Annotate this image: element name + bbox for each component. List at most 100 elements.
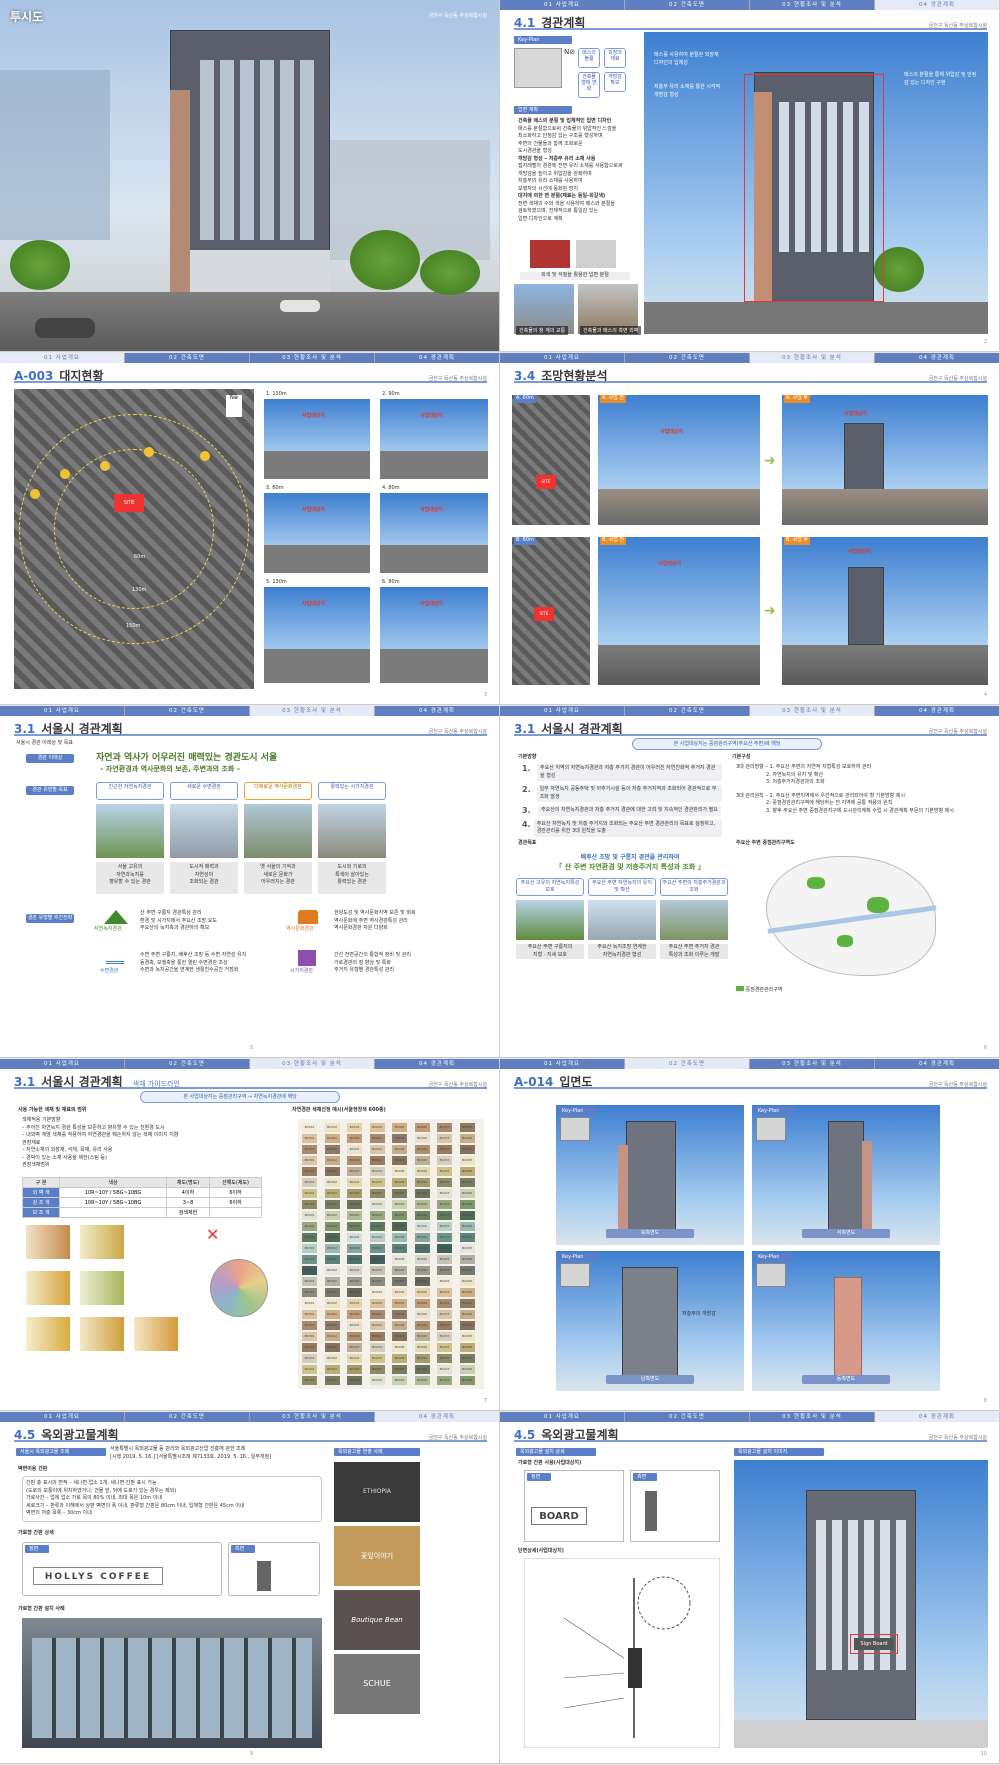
elevation-accent bbox=[618, 1145, 628, 1231]
color-swatch: BC004 bbox=[369, 1222, 385, 1231]
banner: 본 사업대상지는 중점관리구역 → 자연녹지경관에 해당 bbox=[140, 1091, 340, 1103]
color-swatch: BC006 bbox=[414, 1255, 430, 1264]
nav-tab[interactable]: 03 현황조사 및 분석 bbox=[250, 353, 375, 363]
palace-icon bbox=[298, 910, 318, 924]
color-swatch: BC005 bbox=[392, 1145, 407, 1154]
nav-tab[interactable]: 01 사업개요 bbox=[0, 706, 125, 716]
color-swatch: BC001 bbox=[302, 1244, 317, 1253]
nav-tab-active[interactable]: 04 경관계획 bbox=[875, 0, 999, 10]
nav-tab[interactable]: 04 경관계획 bbox=[875, 1059, 999, 1069]
nav-tab[interactable]: 04 경관계획 bbox=[375, 353, 499, 363]
type-photo bbox=[318, 804, 386, 858]
section-label: 입면 계획 bbox=[514, 106, 572, 114]
top-nav: 01 사업개요 02 건축도면 03 현황조사 및 분석 04 경관계획 bbox=[0, 353, 499, 363]
nav-tab[interactable]: 04 경관계획 bbox=[375, 1059, 499, 1069]
color-swatch: BC004 bbox=[369, 1310, 385, 1319]
color-swatch: BC006 bbox=[414, 1244, 430, 1253]
color-swatch: BC002 bbox=[324, 1354, 340, 1363]
color-swatch: BC004 bbox=[369, 1211, 385, 1220]
elevation-east: Key-Plan 동측면도 bbox=[752, 1251, 940, 1391]
color-swatch: BC008 bbox=[459, 1365, 475, 1374]
guide-notes: 색채적용 기본방향 – 주어진 자연녹지 경관 특성을 보존하고 향유할 수 있는… bbox=[22, 1117, 179, 1168]
nav-tab[interactable]: 01 사업개요 bbox=[0, 1059, 125, 1069]
nav-tab[interactable]: 02 건축도면 bbox=[125, 706, 250, 716]
color-swatch: BC001 bbox=[302, 1299, 317, 1308]
nav-tab[interactable]: 01 사업개요 bbox=[0, 1412, 125, 1422]
nav-tab[interactable]: 01 사업개요 bbox=[500, 1412, 625, 1422]
color-swatch: BC006 bbox=[414, 1211, 430, 1220]
munsell-chart bbox=[80, 1317, 124, 1351]
nav-tab[interactable]: 03 현황조사 및 분석 bbox=[750, 1412, 875, 1422]
nav-tab[interactable]: 02 건축도면 bbox=[125, 1412, 250, 1422]
title-rule bbox=[14, 381, 487, 383]
color-swatch: BC001 bbox=[302, 1354, 317, 1363]
photo-caption: 건축물의 창 계의 교통 bbox=[516, 326, 569, 335]
color-swatch: BC008 bbox=[459, 1123, 475, 1132]
nav-tab[interactable]: 03 현황조사 및 분석 bbox=[750, 1059, 875, 1069]
nav-tab[interactable]: 03 현황조사 및 분석 bbox=[250, 1412, 375, 1422]
nav-tab[interactable]: 01 사업개요 bbox=[500, 353, 625, 363]
nav-tab-active[interactable]: 01 사업개요 bbox=[0, 353, 125, 363]
page-landscape-plan: 01 사업개요 02 건축도면 03 현황조사 및 분석 04 경관계획 4.1… bbox=[500, 0, 1000, 352]
nav-tab[interactable]: 02 건축도면 bbox=[625, 353, 750, 363]
color-swatch: BC004 bbox=[369, 1123, 385, 1132]
nav-tab[interactable]: 04 경관계획 bbox=[875, 353, 999, 363]
elevation-label: 동측면도 bbox=[802, 1375, 890, 1384]
nav-tab[interactable]: 02 건축도면 bbox=[625, 1412, 750, 1422]
nav-tab-active[interactable]: 04 경관계획 bbox=[375, 1412, 499, 1422]
install-image-label: 옥외광고물 설치 이미지 bbox=[734, 1448, 824, 1456]
nav-tab[interactable]: 01 사업개요 bbox=[500, 0, 625, 10]
page-color-guide: 01 사업개요 02 건축도면 03 현황조사 및 분석 04 경관계획 3.1… bbox=[0, 1059, 500, 1411]
section-head: 자연경관 색채선정 예시(서울현장색 600종) bbox=[292, 1107, 386, 1113]
row-label: 경관 유형별 목표 bbox=[26, 786, 74, 795]
nav-tab[interactable]: 03 현황조사 및 분석 bbox=[750, 0, 875, 10]
elevation-note: 저층부의 개방감 bbox=[682, 1311, 716, 1317]
color-swatch: BC006 bbox=[414, 1376, 430, 1385]
view-marker bbox=[60, 469, 70, 479]
color-swatch: BC001 bbox=[302, 1321, 317, 1330]
windows-grid bbox=[200, 60, 320, 240]
color-swatch: BC004 bbox=[369, 1156, 385, 1165]
nav-tab[interactable]: 02 건축도면 bbox=[125, 353, 250, 363]
elevation-north: Key-Plan 북측면도 bbox=[556, 1105, 744, 1245]
color-swatch: BC007 bbox=[437, 1178, 452, 1187]
color-swatch: BC006 bbox=[414, 1200, 430, 1209]
example-sign: 꽃잎이야기 bbox=[334, 1526, 420, 1586]
color-swatch: BC003 bbox=[347, 1156, 362, 1165]
munsell-chart bbox=[26, 1271, 70, 1305]
nav-tab[interactable]: 02 건축도면 bbox=[625, 0, 750, 10]
color-swatch: BC001 bbox=[302, 1211, 317, 1220]
sign-mockup: HOLLYS COFFEE bbox=[33, 1567, 163, 1585]
compass-icon: N⊘ bbox=[564, 48, 576, 56]
road bbox=[264, 451, 370, 479]
nav-tab[interactable]: 02 건축도면 bbox=[125, 1059, 250, 1069]
nav-tab[interactable]: 01 사업개요 bbox=[500, 1059, 625, 1069]
nav-tab-active[interactable]: 03 현황조사 및 분석 bbox=[750, 353, 875, 363]
strategy-icon-label: 자연녹지경관 bbox=[94, 926, 122, 932]
elevation-text: 건축물 매스의 분절 및 입체적인 입면 디자인 매스를 분절함으로써 건축물의 … bbox=[518, 118, 623, 222]
road bbox=[380, 649, 488, 683]
render-ground bbox=[734, 1720, 988, 1748]
nav-tab-active[interactable]: 02 건축도면 bbox=[625, 1059, 750, 1069]
color-swatch: BC003 bbox=[347, 1255, 362, 1264]
nav-tab-active[interactable]: 03 현황조사 및 분석 bbox=[750, 706, 875, 716]
strategy-list: 수변 주변 구릉지, 배후산 조망 등 수변 자연성 유지 동경축, 보행축을 통… bbox=[140, 952, 247, 973]
nav-tab[interactable]: 04 경관계획 bbox=[875, 706, 999, 716]
view-label: A. 60m bbox=[514, 395, 536, 403]
nav-tab[interactable]: 02 건축도면 bbox=[625, 706, 750, 716]
strategy-list: 한양도성 및 역사문화지역 보존 및 회복 역사문화에 주변 역사경관특성 관리 역… bbox=[334, 910, 416, 931]
nav-tab-active[interactable]: 03 현황조사 및 분석 bbox=[250, 706, 375, 716]
nav-tab[interactable]: 04 경관계획 bbox=[375, 706, 499, 716]
nav-tab-active[interactable]: 03 현황조사 및 분석 bbox=[250, 1059, 375, 1069]
step: 3. 주요산의 자연녹지경관과 저층 주거지 경관에 대한 고려 및 지속적인 경… bbox=[522, 806, 722, 816]
color-swatch: BC002 bbox=[324, 1310, 340, 1319]
color-swatch: BC003 bbox=[347, 1321, 362, 1330]
keyplan-label: Key-Plan bbox=[558, 1107, 598, 1115]
section-head: 단면상세(사업대상지) bbox=[518, 1548, 564, 1554]
title-rule bbox=[14, 1087, 487, 1089]
nav-tab[interactable]: 01 사업개요 bbox=[500, 706, 625, 716]
nav-tab-active[interactable]: 04 경관계획 bbox=[875, 1412, 999, 1422]
ordinance-text: 서울특별시 옥외광고물 등 관리와 옥외광고산업 진흥에 관한 조례 [시행 20… bbox=[110, 1446, 272, 1460]
color-swatch: BC007 bbox=[437, 1244, 452, 1253]
top-nav: 01 사업개요 02 건축도면 03 현황조사 및 분석 04 경관계획 bbox=[0, 1412, 499, 1422]
